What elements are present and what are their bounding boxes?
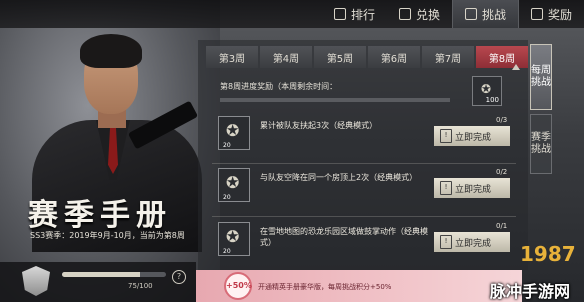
task-row: ✪ 20 累计被队友扶起3次（经典模式） 0/3 ! 立即完成 (212, 114, 516, 160)
complete-now-label: 立即完成 (455, 184, 492, 195)
nav-challenge-label: 挑战 (481, 7, 506, 22)
season-title: 赛季手册 (28, 198, 172, 233)
tab-week-4[interactable]: 第4周 (260, 46, 312, 68)
task-points: 20 (223, 194, 231, 201)
tab-weekly-challenge[interactable]: 每周挑战 (530, 44, 552, 110)
nav-ranking-label: 排行 (350, 7, 375, 22)
complete-now-label: 立即完成 (455, 132, 492, 143)
card-icon: ! (440, 181, 452, 195)
complete-now-label: 立即完成 (455, 238, 492, 249)
card-icon: ! (440, 235, 452, 249)
card-icon: ! (440, 129, 452, 143)
level-progress-fill (62, 272, 140, 277)
complete-now-button[interactable]: ! 立即完成 (434, 232, 510, 252)
star-badge-icon: ✪ (226, 121, 240, 140)
star-badge-icon: ✪ (481, 82, 492, 96)
tab-season-challenge[interactable]: 赛季挑战 (530, 114, 552, 174)
tab-week-6[interactable]: 第6周 (368, 46, 420, 68)
complete-now-button[interactable]: ! 立即完成 (434, 178, 510, 198)
divider (212, 216, 516, 217)
gift-icon (530, 8, 543, 20)
task-points: 20 (223, 142, 231, 149)
nav-rewards-label: 奖励 (547, 7, 572, 22)
season-subtitle: SS3赛季：2019年9月-10月，当前为第8周 (30, 231, 185, 240)
nav-ranking[interactable]: 排行 (322, 0, 387, 28)
tab-week-5[interactable]: 第5周 (314, 46, 366, 68)
task-description: 累计被队友扶起3次（经典模式） (260, 121, 378, 130)
promo-text: 开通精英手册豪华版，每周挑战积分+50% (258, 283, 392, 291)
tab-week-7[interactable]: 第7周 (422, 46, 474, 68)
tab-week-3[interactable]: 第3周 (206, 46, 258, 68)
task-progress: 0/1 (496, 222, 508, 230)
help-icon[interactable]: ? (172, 270, 186, 284)
task-row: ✪ 20 在雪地地图的恐龙乐园区域做鼓掌动作（经典模式） 0/1 ! 立即完成 (212, 220, 516, 266)
scroll-up-icon[interactable] (512, 64, 520, 70)
task-badge: ✪ 20 (218, 116, 250, 150)
watermark-text: 脉冲手游网 (490, 282, 571, 301)
task-badge: ✪ 20 (218, 168, 250, 202)
week-reward-amount: 100 (485, 96, 499, 104)
nav-exchange-label: 兑换 (415, 7, 440, 22)
ranking-icon (333, 8, 346, 20)
week-reward-progress (220, 98, 450, 102)
star-badge-icon: ✪ (226, 173, 240, 192)
week-reward-row: 第8周进度奖励（本周剩余时间： ✪ 100 (212, 76, 516, 110)
task-description: 与队友空降在同一个房顶上2次（经典模式） (260, 173, 418, 182)
task-progress: 0/2 (496, 168, 508, 176)
divider (212, 163, 516, 164)
star-badge-icon: ✪ (226, 227, 240, 246)
watermark-logo-text: 1987 (520, 242, 576, 266)
nav-challenge[interactable]: 挑战 (451, 0, 519, 28)
task-description: 在雪地地图的恐龙乐园区域做鼓掌动作（经典模式） (260, 227, 428, 247)
tab-week-8[interactable]: 第8周 (476, 46, 528, 68)
top-nav: 排行 兑换 挑战 奖励 (322, 0, 584, 28)
nav-rewards[interactable]: 奖励 (519, 0, 584, 28)
week-reward-label: 第8周进度奖励（本周剩余时间： (220, 82, 338, 91)
week-tabs: 第3周 第4周 第5周 第6周 第7周 第8周 (206, 46, 530, 68)
task-row: ✪ 20 与队友空降在同一个房顶上2次（经典模式） 0/2 ! 立即完成 (212, 166, 516, 212)
task-progress: 0/3 (496, 116, 508, 124)
level-progress (62, 272, 166, 277)
level-progress-text: 75/100 (128, 282, 153, 290)
week-reward-chest[interactable]: ✪ 100 (472, 76, 502, 106)
complete-now-button[interactable]: ! 立即完成 (434, 126, 510, 146)
exchange-icon (398, 8, 411, 20)
watermark-logo: 1987 (520, 232, 578, 272)
nav-exchange[interactable]: 兑换 (387, 0, 452, 28)
trophy-icon (464, 8, 477, 20)
hero-hair (80, 34, 142, 68)
task-points: 20 (223, 248, 231, 255)
promo-badge: +50% (224, 272, 252, 300)
task-badge: ✪ 20 (218, 222, 250, 256)
